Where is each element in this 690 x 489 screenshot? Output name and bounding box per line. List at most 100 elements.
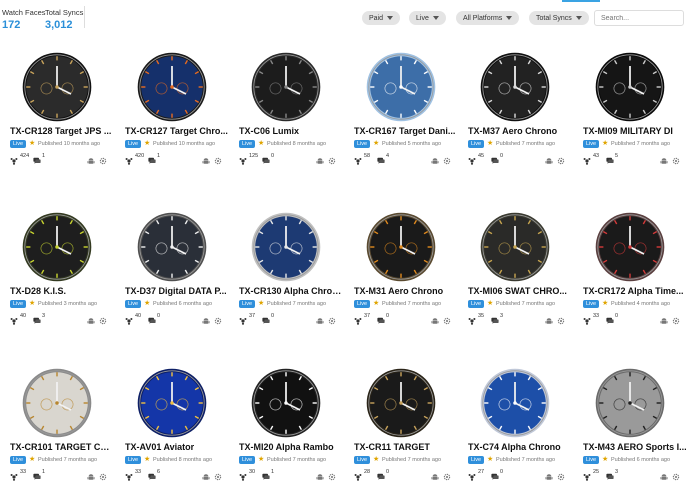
watch-face-thumbnail[interactable]	[115, 50, 229, 124]
watch-face-card[interactable]: TX-MI20 Alpha Rambo Live ★ Published 7 mont…	[229, 366, 343, 484]
watch-face-thumbnail[interactable]	[458, 366, 572, 440]
watch-face-thumbnail[interactable]	[344, 210, 458, 284]
watch-face-thumbnail[interactable]	[458, 210, 572, 284]
watch-face-image[interactable]	[595, 212, 665, 282]
watch-face-title[interactable]: TX-CR167 Target Dani...	[354, 126, 458, 136]
settings-icon[interactable]	[557, 312, 565, 325]
watch-face-image[interactable]	[595, 52, 665, 122]
settings-icon[interactable]	[99, 312, 107, 325]
watch-face-card[interactable]: TX-M37 Aero Chrono Live ★ Published 7 month…	[458, 50, 572, 168]
watch-face-image[interactable]	[251, 368, 321, 438]
watch-face-card[interactable]: TX-CR130 Alpha Chron... Live ★ Published 7 …	[229, 210, 343, 328]
settings-icon[interactable]	[328, 312, 336, 325]
star-icon[interactable]: ★	[258, 299, 264, 308]
comments-icon[interactable]	[33, 468, 41, 480]
watch-face-thumbnail[interactable]	[573, 50, 687, 124]
watch-face-image[interactable]	[22, 52, 92, 122]
watch-face-card[interactable]: TX-C74 Alpha Chrono Live ★ Published 7 mont…	[458, 366, 572, 484]
settings-icon[interactable]	[672, 468, 680, 481]
comments-icon[interactable]	[148, 312, 156, 324]
comments-icon[interactable]	[33, 312, 41, 324]
watch-face-card[interactable]: TX-CR127 Target Chro... Live ★ Published 10…	[115, 50, 229, 168]
watch-face-card[interactable]: TX-AV01 Aviator Live ★ Published 8 months a…	[115, 366, 229, 484]
comments-icon[interactable]	[377, 312, 385, 324]
settings-icon[interactable]	[214, 468, 222, 481]
watch-face-image[interactable]	[137, 52, 207, 122]
watch-face-card[interactable]: TX-M43 AERO Sports I... Live ★ Published 6 …	[573, 366, 687, 484]
watch-face-title[interactable]: TX-M37 Aero Chrono	[468, 126, 572, 136]
watch-face-title[interactable]: TX-MI09 MILITARY DI	[583, 126, 687, 136]
star-icon[interactable]: ★	[602, 299, 608, 308]
watch-face-thumbnail[interactable]	[0, 366, 114, 440]
watch-face-title[interactable]: TX-CR128 Target JPS ...	[10, 126, 114, 136]
watch-face-title[interactable]: TX-CR11 TARGET	[354, 442, 458, 452]
watch-face-card[interactable]: TX-CR128 Target JPS ... Live ★ Published 10…	[0, 50, 114, 168]
watch-face-image[interactable]	[480, 52, 550, 122]
star-icon[interactable]: ★	[602, 139, 608, 148]
comments-icon[interactable]	[491, 468, 499, 480]
watch-face-thumbnail[interactable]	[0, 50, 114, 124]
settings-icon[interactable]	[443, 312, 451, 325]
watch-face-thumbnail[interactable]	[115, 210, 229, 284]
star-icon[interactable]: ★	[29, 455, 35, 464]
watch-face-image[interactable]	[137, 368, 207, 438]
watch-face-thumbnail[interactable]	[573, 210, 687, 284]
comments-icon[interactable]	[491, 152, 499, 164]
watch-face-image[interactable]	[595, 368, 665, 438]
settings-icon[interactable]	[557, 152, 565, 165]
star-icon[interactable]: ★	[29, 299, 35, 308]
watch-face-image[interactable]	[251, 212, 321, 282]
platforms-filter[interactable]: All Platforms	[456, 11, 520, 25]
watch-face-thumbnail[interactable]	[344, 366, 458, 440]
watch-face-title[interactable]: TX-CR172 Alpha Time...	[583, 286, 687, 296]
watch-face-card[interactable]: TX-CR11 TARGET Live ★ Published 7 months ag…	[344, 366, 458, 484]
watch-face-image[interactable]	[480, 212, 550, 282]
watch-face-title[interactable]: TX-M31 Aero Chrono	[354, 286, 458, 296]
comments-icon[interactable]	[262, 152, 270, 164]
settings-icon[interactable]	[672, 312, 680, 325]
comments-icon[interactable]	[33, 152, 41, 164]
settings-icon[interactable]	[672, 152, 680, 165]
settings-icon[interactable]	[328, 468, 336, 481]
comments-icon[interactable]	[606, 312, 614, 324]
watch-face-thumbnail[interactable]	[115, 366, 229, 440]
comments-icon[interactable]	[148, 152, 156, 164]
comments-icon[interactable]	[377, 152, 385, 164]
watch-face-image[interactable]	[251, 52, 321, 122]
watch-face-title[interactable]: TX-MI06 SWAT CHRO...	[468, 286, 572, 296]
watch-face-thumbnail[interactable]	[229, 50, 343, 124]
comments-icon[interactable]	[606, 152, 614, 164]
watch-face-title[interactable]: TX-M43 AERO Sports I...	[583, 442, 687, 452]
watch-face-thumbnail[interactable]	[229, 210, 343, 284]
settings-icon[interactable]	[99, 152, 107, 165]
watch-face-title[interactable]: TX-D28 K.I.S.	[10, 286, 114, 296]
comments-icon[interactable]	[377, 468, 385, 480]
watch-face-image[interactable]	[22, 212, 92, 282]
watch-face-title[interactable]: TX-C06 Lumix	[239, 126, 343, 136]
settings-icon[interactable]	[214, 312, 222, 325]
star-icon[interactable]: ★	[373, 139, 379, 148]
watch-face-card[interactable]: TX-CR172 Alpha Time... Live ★ Published 4 m…	[573, 210, 687, 328]
comments-icon[interactable]	[262, 468, 270, 480]
watch-face-thumbnail[interactable]	[0, 210, 114, 284]
star-icon[interactable]: ★	[144, 455, 150, 464]
watch-face-card[interactable]: TX-CR101 TARGET Chr... Live ★ Published 7 m…	[0, 366, 114, 484]
settings-icon[interactable]	[214, 152, 222, 165]
star-icon[interactable]: ★	[602, 455, 608, 464]
watch-face-image[interactable]	[366, 368, 436, 438]
watch-face-title[interactable]: TX-CR127 Target Chro...	[125, 126, 229, 136]
comments-icon[interactable]	[262, 312, 270, 324]
settings-icon[interactable]	[443, 468, 451, 481]
sort-filter[interactable]: Total Syncs	[529, 11, 589, 25]
watch-face-card[interactable]: TX-D37 Digital DATA P... Live ★ Published 6…	[115, 210, 229, 328]
star-icon[interactable]: ★	[258, 139, 264, 148]
star-icon[interactable]: ★	[487, 139, 493, 148]
settings-icon[interactable]	[328, 152, 336, 165]
watch-face-card[interactable]: TX-M31 Aero Chrono Live ★ Published 7 month…	[344, 210, 458, 328]
star-icon[interactable]: ★	[487, 299, 493, 308]
watch-face-card[interactable]: TX-MI06 SWAT CHRO... Live ★ Published 7 mon…	[458, 210, 572, 328]
watch-face-image[interactable]	[480, 368, 550, 438]
settings-icon[interactable]	[557, 468, 565, 481]
star-icon[interactable]: ★	[373, 299, 379, 308]
watch-face-title[interactable]: TX-MI20 Alpha Rambo	[239, 442, 343, 452]
